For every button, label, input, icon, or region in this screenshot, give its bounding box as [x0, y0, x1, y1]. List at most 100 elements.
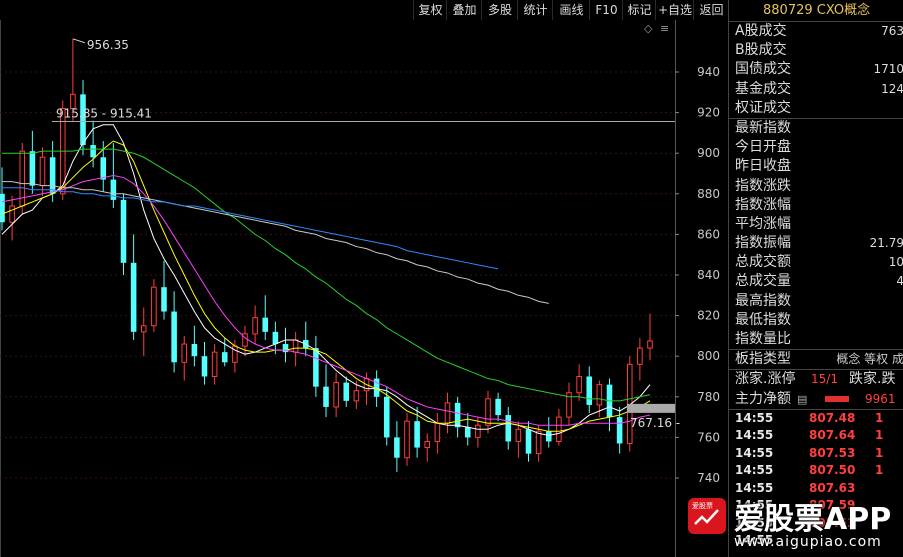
kline-chart[interactable]: 740 760 780 800 820 840 860 880 900 920 940 ◇ ≡ 956.3…	[0, 20, 728, 557]
candle-body-down	[525, 429, 532, 454]
watermark-name: 爱股票APP	[734, 502, 892, 537]
y-tick-label: 820	[697, 309, 720, 323]
tick-vol: 1	[875, 428, 884, 443]
quote-row: 最低指数	[729, 311, 903, 330]
candle-body-up	[140, 325, 147, 333]
chart-icon[interactable]: ▤	[797, 390, 807, 409]
candle-body-down	[414, 421, 420, 448]
toolbar-button-0[interactable]: 复权	[413, 0, 447, 20]
tick-time: 14:55	[735, 428, 774, 443]
quote-row: B股成交	[729, 41, 903, 60]
limit-row: 涨家.涨停 15/1 跌家.跌	[729, 369, 903, 389]
quote-row-value: 10	[888, 255, 903, 270]
candle-body-down	[161, 287, 167, 312]
candle-body-down	[201, 356, 208, 377]
candle-body-up	[556, 416, 562, 442]
tick-time: 14:55	[735, 463, 774, 478]
menu-icon[interactable]: ≡	[660, 22, 669, 35]
quote-row-label: 平均涨幅	[735, 215, 791, 232]
toolbar-button-2[interactable]: 多股	[481, 0, 518, 20]
candle-body-down	[394, 437, 400, 458]
candle-body-down	[130, 262, 137, 332]
panel-title: 880729 CXO概念	[729, 0, 903, 22]
quote-row: 最高指数	[729, 292, 903, 311]
sector-type-value: 概念 等权 成	[836, 352, 903, 367]
price-marker-box	[627, 403, 675, 413]
y-tick-label: 780	[697, 390, 720, 404]
candle-body-up	[232, 345, 238, 363]
candle-body-down	[616, 417, 623, 444]
candle-body-up	[596, 384, 603, 406]
candle-body-up	[485, 398, 491, 426]
trend-icon	[694, 509, 719, 525]
quote-row-label: 指数涨幅	[735, 196, 791, 213]
quote-row-value: 21.79	[869, 236, 903, 251]
candle-body-down	[464, 427, 471, 438]
quote-row: A股成交 763	[729, 22, 903, 41]
tick-vol: 1	[875, 410, 884, 425]
toolbar-button-1[interactable]: 叠加	[446, 0, 482, 20]
watermark: 爱股票 爱股票APP www.aigupiao.com	[688, 496, 903, 557]
main-flow-row: 主力净额 ▤ 9961	[729, 390, 903, 409]
quote-row-label: 最低指数	[735, 311, 791, 328]
toolbar-button-3[interactable]: 统计	[517, 0, 553, 20]
candle-body-down	[262, 317, 269, 332]
main-flow-value: 9961	[865, 391, 896, 406]
y-tick-label: 840	[697, 268, 720, 282]
quote-row-label: 昨日收盘	[735, 158, 791, 175]
candle-body-up	[434, 422, 441, 442]
candle-body-up	[637, 347, 643, 365]
toolbar-button-4[interactable]: 画线	[552, 0, 590, 20]
quote-row-label: 基金成交	[735, 80, 791, 97]
toolbar-button-6[interactable]: 标记	[622, 0, 656, 20]
candle-body-up	[353, 390, 360, 402]
quote-row: 指数量比	[729, 330, 903, 349]
quote-row-label: 权证成交	[735, 99, 791, 116]
candle-body-up	[252, 317, 258, 335]
candle-body-down	[323, 386, 329, 407]
toolbar-button-7[interactable]: +自选	[655, 0, 694, 20]
candle-body-down	[120, 199, 127, 263]
candle-body-up	[151, 286, 157, 327]
quote-row: 昨日收盘	[729, 157, 903, 176]
candle-body-down	[0, 193, 5, 223]
candle-body-down	[90, 145, 96, 158]
candle-body-down	[171, 311, 177, 363]
ma-line-5	[2, 187, 499, 270]
quote-row-label: 指数量比	[735, 331, 791, 347]
tick-price: 807.50	[809, 463, 856, 478]
quote-row: 国债成交 1710	[729, 60, 903, 79]
kline-chart-svg[interactable]: 740 760 780 800 820 840 860 880 900 920 940 ◇ ≡ 956.3…	[0, 20, 728, 557]
quote-row: 基金成交 124	[729, 80, 903, 99]
candle-body-up	[444, 402, 451, 424]
candle-body-down	[221, 352, 228, 363]
candle-body-down	[383, 396, 390, 438]
diamond-icon[interactable]: ◇	[644, 22, 653, 35]
candle-body-down	[505, 415, 512, 442]
toolbar-button-5[interactable]: F10	[589, 0, 623, 20]
quote-row: 指数振幅 21.79	[729, 234, 903, 253]
quote-row: 指数涨跌	[729, 177, 903, 196]
watermark-logo: 爱股票	[688, 498, 726, 534]
tick-row: 14:55 807.48 1	[729, 410, 903, 428]
sector-type-row: 板指类型 概念 等权 成	[729, 349, 903, 369]
y-tick-label: 920	[697, 106, 720, 120]
quote-row: 总成交量 4	[729, 272, 903, 291]
quote-row: 权证成交	[729, 99, 903, 118]
candle-body-down	[272, 331, 279, 345]
quote-row: 今日开盘	[729, 138, 903, 157]
candle-body-down	[29, 151, 36, 186]
y-tick-label: 880	[697, 187, 720, 201]
quote-panel: 880729 CXO概念 A股成交 763 B股成交 国债成交 1710 基金成交 124 权…	[728, 0, 903, 557]
candle-body-up	[181, 343, 188, 363]
candle-body-up	[424, 440, 431, 449]
candle-body-up	[475, 424, 481, 438]
price-marker-label: 767.16 -	[630, 416, 680, 430]
tick-price: 807.53	[809, 445, 856, 460]
quote-row-value: 1710	[873, 62, 903, 77]
toolbar-button-8[interactable]: 返回	[693, 0, 729, 20]
ma-line-4	[2, 181, 549, 304]
tick-vol: 1	[875, 445, 884, 460]
candle-body-up	[292, 339, 299, 353]
quote-row-label: B股成交	[735, 42, 787, 59]
